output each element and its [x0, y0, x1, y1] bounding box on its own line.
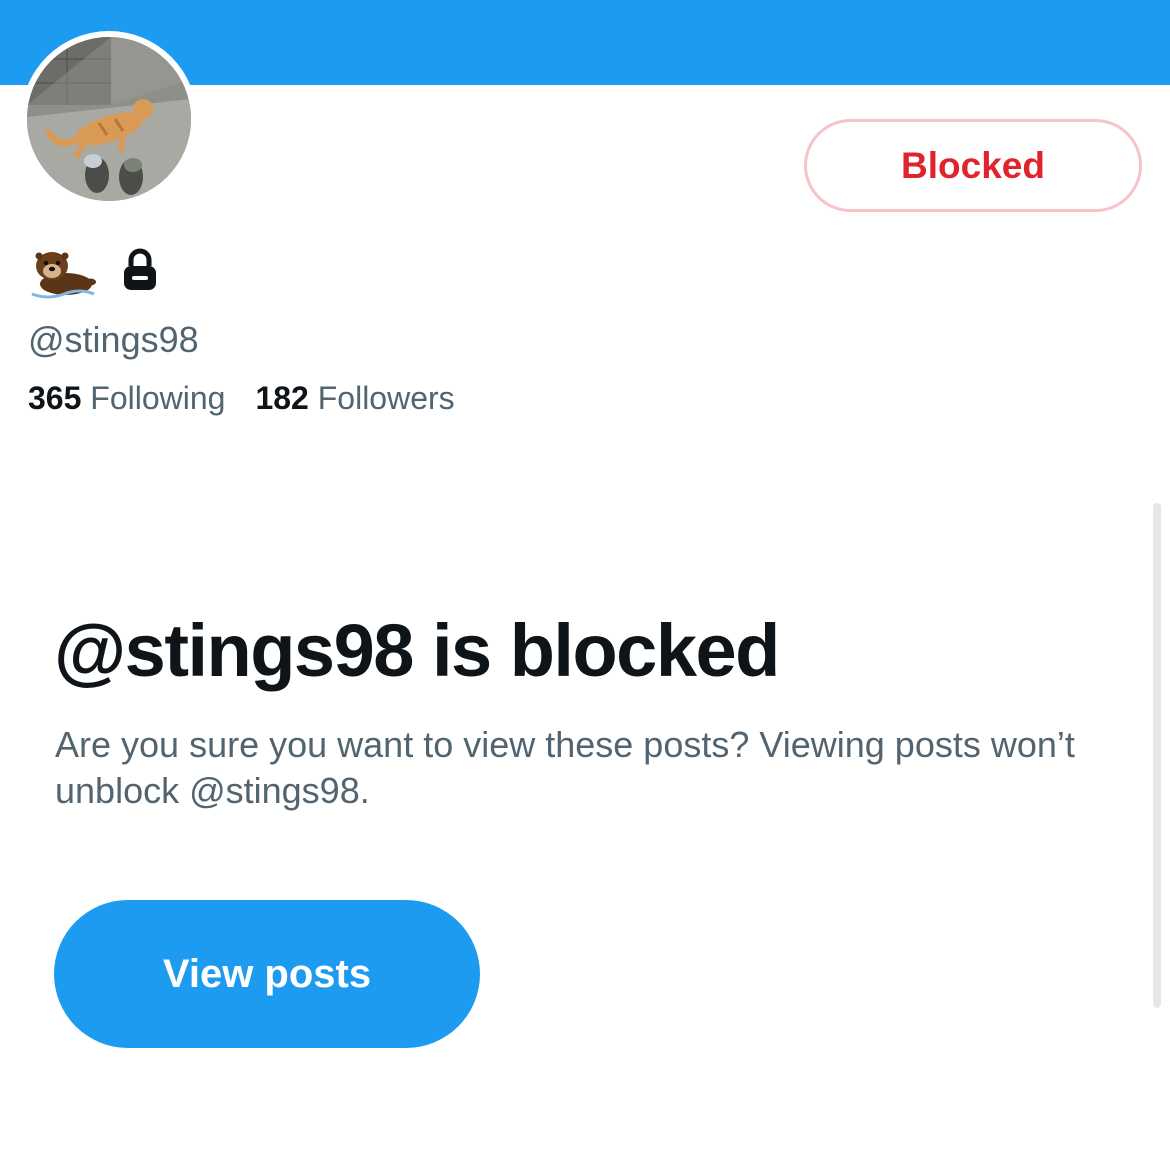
blocked-description: Are you sure you want to view these post… — [55, 724, 1075, 811]
followers-count: 182 — [255, 380, 309, 416]
scrollbar[interactable] — [1153, 503, 1161, 1008]
view-posts-label: View posts — [162, 951, 372, 996]
avatar-photo-cat-icon — [27, 37, 191, 201]
profile-stats: 365 Following 182 Followers — [28, 378, 455, 418]
lock-icon — [124, 248, 156, 290]
following-link[interactable]: 365 Following — [28, 378, 225, 418]
followers-link[interactable]: 182 Followers — [255, 378, 454, 418]
blocked-button[interactable]: Blocked — [804, 119, 1142, 212]
following-count: 365 — [28, 380, 82, 416]
blocked-button-label: Blocked — [901, 144, 1045, 186]
avatar[interactable] — [27, 37, 191, 201]
blocked-title: @stings98 is blocked — [54, 609, 780, 692]
display-name — [28, 240, 158, 300]
following-label: Following — [90, 380, 226, 416]
view-posts-button[interactable]: View posts — [54, 900, 480, 1048]
profile-handle: @stings98 — [28, 319, 199, 360]
followers-label: Followers — [317, 380, 455, 416]
otter-emoji-icon — [31, 252, 96, 299]
